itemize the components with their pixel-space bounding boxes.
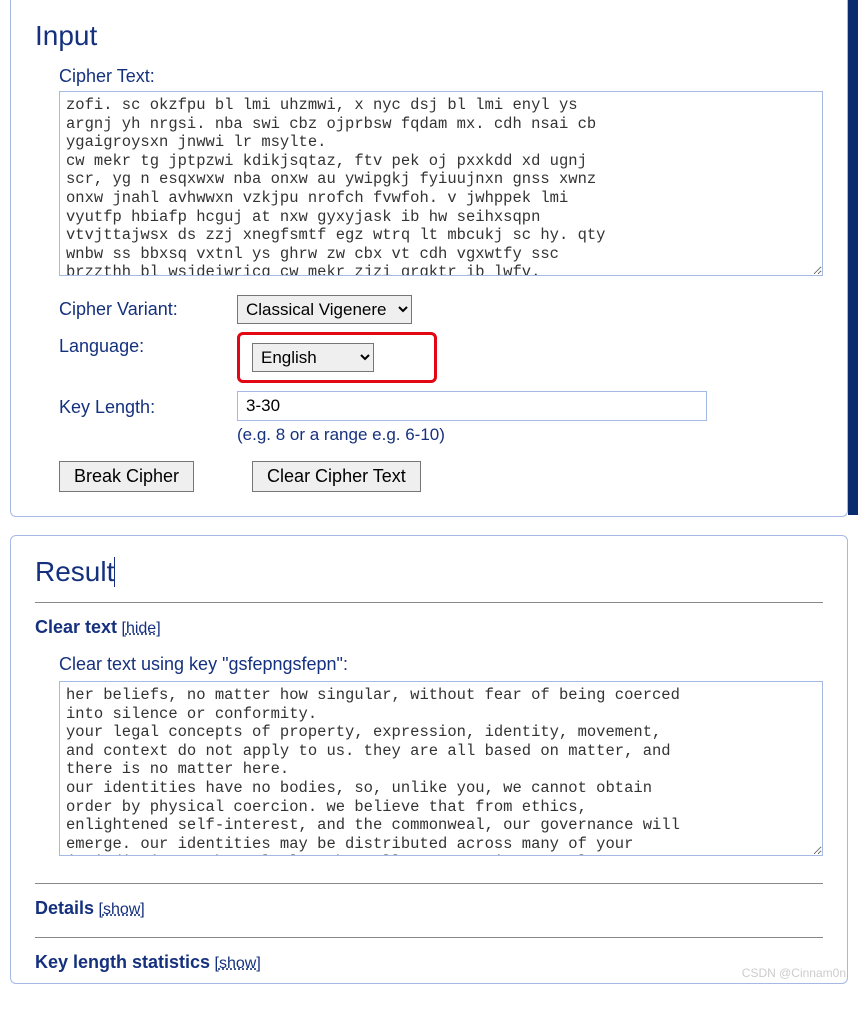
- result-panel: Result Clear text [hide] Clear text usin…: [10, 535, 848, 984]
- variant-select[interactable]: Classical Vigenere: [237, 295, 412, 324]
- input-heading: Input: [35, 20, 823, 52]
- divider: [35, 602, 823, 603]
- break-cipher-button[interactable]: Break Cipher: [59, 461, 194, 492]
- watermark: CSDN @Cinnam0n: [742, 966, 846, 980]
- variant-row: Cipher Variant: Classical Vigenere: [59, 295, 823, 324]
- details-show-link[interactable]: show: [103, 901, 140, 918]
- clear-cipher-button[interactable]: Clear Cipher Text: [252, 461, 421, 492]
- input-content: Cipher Text: Cipher Variant: Classical V…: [59, 66, 823, 492]
- variant-label: Cipher Variant:: [59, 295, 237, 320]
- keylength-label: Key Length:: [59, 391, 237, 418]
- cipher-text-label: Cipher Text:: [59, 66, 823, 87]
- divider: [35, 937, 823, 938]
- language-highlight: English: [237, 332, 437, 383]
- cleartext-section-header: Clear text [hide]: [35, 617, 823, 638]
- cleartext-title: Clear text: [35, 617, 117, 637]
- right-edge-bar: [848, 0, 858, 515]
- details-section-header: Details [show]: [35, 898, 823, 919]
- details-title: Details: [35, 898, 94, 918]
- clear-text-output[interactable]: [59, 681, 823, 856]
- keylength-stats-section-header: Key length statistics [show]: [35, 952, 823, 973]
- button-row: Break Cipher Clear Cipher Text: [59, 461, 823, 492]
- keylength-input[interactable]: [237, 391, 707, 421]
- divider: [35, 883, 823, 884]
- text-cursor: [114, 557, 115, 587]
- hide-link[interactable]: hide: [126, 620, 156, 637]
- keylength-stats-show-link[interactable]: show: [219, 955, 256, 972]
- result-heading: Result: [35, 556, 823, 588]
- clear-text-key-heading: Clear text using key "gsfepngsfepn":: [59, 654, 823, 675]
- cipher-text-input[interactable]: [59, 91, 823, 276]
- language-row: Language: English: [59, 332, 823, 383]
- language-label: Language:: [59, 332, 237, 357]
- language-select[interactable]: English: [252, 343, 374, 372]
- keylength-hint: (e.g. 8 or a range e.g. 6-10): [237, 425, 823, 445]
- input-panel: Input Cipher Text: Cipher Variant: Class…: [10, 0, 848, 517]
- keylength-stats-title: Key length statistics: [35, 952, 210, 972]
- keylength-row: Key Length: (e.g. 8 or a range e.g. 6-10…: [59, 391, 823, 445]
